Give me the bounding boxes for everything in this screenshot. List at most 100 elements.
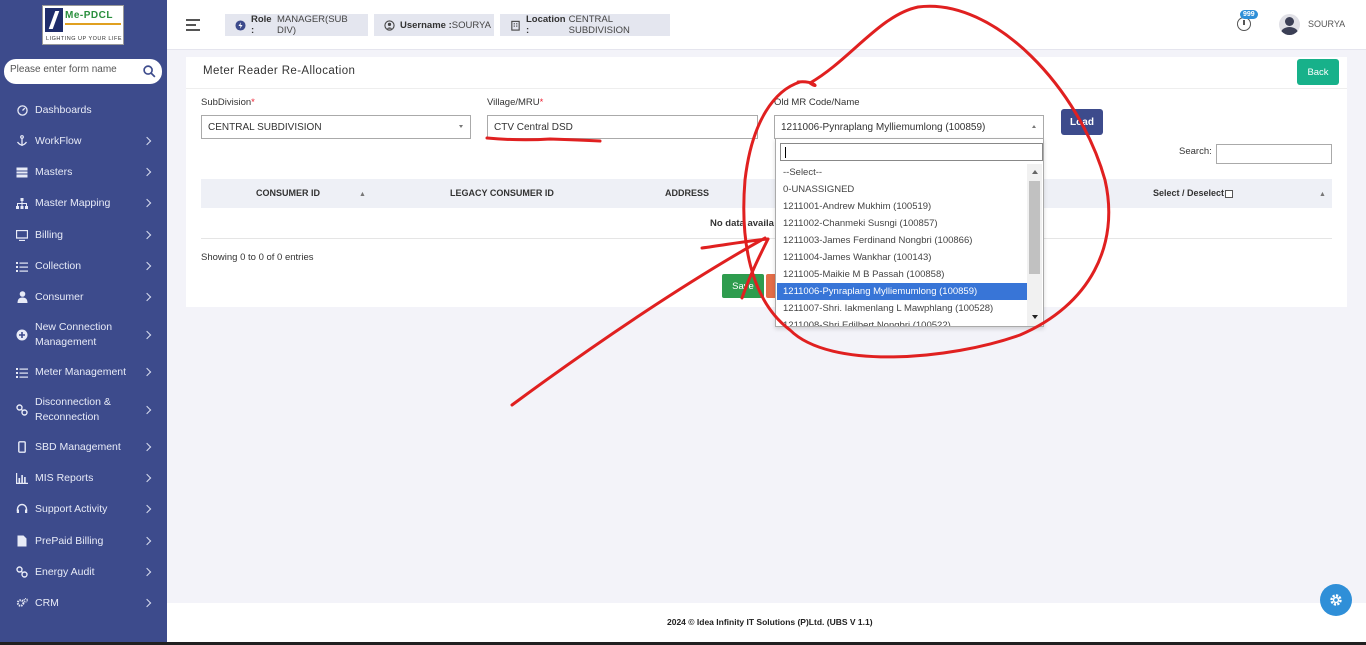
empty-table-message: No data availa bbox=[710, 218, 774, 229]
chevron-right-icon bbox=[142, 261, 152, 271]
scroll-down-icon[interactable] bbox=[1032, 315, 1038, 319]
col-consumer-id[interactable]: CONSUMER ID bbox=[256, 188, 320, 198]
col-select-deselect: Select / Deselect bbox=[1153, 188, 1234, 198]
dropdown-search-input[interactable] bbox=[780, 143, 1043, 161]
sidebar-item-mis-reports[interactable]: MIS Reports bbox=[0, 470, 167, 486]
old-mr-dropdown: --Select-- 0-UNASSIGNED 1211001-Andrew Muk… bbox=[775, 138, 1044, 327]
mobile-icon bbox=[16, 441, 28, 453]
dropdown-option[interactable]: 1211006-Pynraplang Mylliemumlong (100859… bbox=[777, 283, 1027, 300]
sidebar-item-master-mapping[interactable]: Master Mapping bbox=[0, 195, 167, 211]
required-mark: * bbox=[539, 97, 544, 108]
settings-gear-button[interactable] bbox=[1320, 584, 1352, 616]
dropdown-option[interactable]: 1211008-Shri Edilbert Nongbri (100522) bbox=[777, 317, 1027, 326]
back-button[interactable]: Back bbox=[1297, 59, 1339, 85]
table-search-input[interactable] bbox=[1216, 144, 1332, 164]
location-value: CENTRAL SUBDIVISION bbox=[568, 14, 630, 36]
username-label: Username : bbox=[400, 19, 452, 31]
sidebar-item-meter-management[interactable]: Meter Management bbox=[0, 364, 167, 380]
sidebar-item-disconnection-reconnection[interactable]: Disconnection & Reconnection bbox=[0, 393, 167, 427]
sidebar-item-label: Meter Management bbox=[35, 365, 127, 378]
table-bottom-border bbox=[201, 238, 1332, 239]
link-icon bbox=[16, 404, 28, 416]
sort-icon[interactable]: ▲ bbox=[1319, 191, 1326, 198]
chevron-right-icon bbox=[142, 567, 152, 577]
sidebar-item-crm[interactable]: CRM bbox=[0, 595, 167, 611]
village-select[interactable]: CTV Central DSD bbox=[487, 115, 758, 139]
sidebar-item-billing[interactable]: Billing bbox=[0, 227, 167, 243]
dropdown-option[interactable]: 1211004-James Wankhar (100143) bbox=[777, 249, 1027, 266]
chevron-right-icon bbox=[142, 330, 152, 340]
chevron-right-icon bbox=[142, 442, 152, 452]
bar-chart-icon bbox=[16, 472, 28, 484]
monitor-icon bbox=[16, 229, 28, 241]
sidebar-item-support-activity[interactable]: Support Activity bbox=[0, 501, 167, 517]
user-name[interactable]: SOURYA bbox=[1308, 19, 1345, 29]
sidebar: Me-PDCL LIGHTING UP YOUR LIFE Dashboards… bbox=[0, 0, 167, 645]
dropdown-option[interactable]: 1211001-Andrew Mukhim (100519) bbox=[777, 198, 1027, 215]
list-icon bbox=[16, 366, 28, 378]
sidebar-item-new-connection-management[interactable]: New Connection Management bbox=[0, 318, 167, 352]
sidebar-item-label: CRM bbox=[35, 596, 59, 609]
subdivision-select[interactable]: CENTRAL SUBDIVISION bbox=[201, 115, 471, 139]
scroll-thumb[interactable] bbox=[1029, 181, 1040, 274]
sidebar-item-masters[interactable]: Masters bbox=[0, 164, 167, 180]
search-icon[interactable] bbox=[143, 65, 156, 78]
subdivision-label-text: SubDivision bbox=[201, 97, 252, 108]
dropdown-option[interactable]: 1211002-Chanmeki Susngi (100857) bbox=[777, 215, 1027, 232]
sidebar-item-label: Master Mapping bbox=[35, 196, 111, 209]
village-value: CTV Central DSD bbox=[494, 121, 573, 133]
col-address[interactable]: ADDRESS bbox=[665, 188, 709, 198]
village-label-text: Village/MRU bbox=[487, 97, 540, 108]
sidebar-item-label: PrePaid Billing bbox=[35, 534, 104, 547]
sidebar-item-label: Energy Audit bbox=[35, 565, 95, 578]
chevron-right-icon bbox=[142, 367, 152, 377]
headset-icon bbox=[16, 503, 28, 515]
table-info: Showing 0 to 0 of 0 entries bbox=[201, 252, 314, 263]
sidebar-item-label: Dashboards bbox=[35, 103, 92, 116]
sidebar-item-sbd-management[interactable]: SBD Management bbox=[0, 439, 167, 455]
building-icon bbox=[510, 20, 521, 31]
user-avatar[interactable] bbox=[1279, 14, 1300, 35]
sidebar-item-energy-audit[interactable]: Energy Audit bbox=[0, 564, 167, 580]
dropdown-option[interactable]: 1211005-Maikie M B Passah (100858) bbox=[777, 266, 1027, 283]
file-icon bbox=[16, 535, 28, 547]
table-header: CONSUMER ID ▲ LEGACY CONSUMER ID ADDRESS… bbox=[201, 179, 1332, 208]
dropdown-option[interactable]: 1211003-James Ferdinand Nongbri (100866) bbox=[777, 232, 1027, 249]
chevron-right-icon bbox=[142, 230, 152, 240]
sitemap-icon bbox=[16, 197, 28, 209]
form-search-input[interactable] bbox=[10, 64, 138, 75]
col-legacy-consumer-id[interactable]: LEGACY CONSUMER ID bbox=[450, 188, 554, 198]
dropdown-option[interactable]: --Select-- bbox=[777, 164, 1027, 181]
dropdown-option[interactable]: 0-UNASSIGNED bbox=[777, 181, 1027, 198]
village-label: Village/MRU* bbox=[487, 97, 543, 108]
logo-underline bbox=[65, 23, 121, 25]
select-all-checkbox[interactable] bbox=[1225, 189, 1234, 198]
user-circle-icon bbox=[384, 19, 395, 31]
sidebar-item-workflow[interactable]: WorkFlow bbox=[0, 133, 167, 149]
footer-copyright: 2024 © Idea Infinity IT Solutions (P)Ltd… bbox=[667, 617, 873, 627]
role-label: Role : bbox=[251, 14, 272, 36]
gear-icon bbox=[1330, 594, 1342, 606]
hamburger-menu-icon[interactable] bbox=[186, 19, 200, 31]
sort-icon[interactable]: ▲ bbox=[359, 191, 366, 198]
chevron-right-icon bbox=[142, 292, 152, 302]
sidebar-item-label: SBD Management bbox=[35, 440, 121, 453]
sidebar-item-collection[interactable]: Collection bbox=[0, 258, 167, 274]
dropdown-option[interactable]: 1211007-Shri. Iakmenlang L Mawphlang (10… bbox=[777, 300, 1027, 317]
save-button[interactable]: Save bbox=[722, 274, 764, 298]
sidebar-item-prepaid-billing[interactable]: PrePaid Billing bbox=[0, 533, 167, 549]
subdivision-value: CENTRAL SUBDIVISION bbox=[208, 121, 322, 133]
anchor-icon bbox=[16, 135, 28, 147]
dropdown-scrollbar[interactable] bbox=[1027, 164, 1042, 326]
form-search bbox=[4, 59, 162, 84]
user-icon bbox=[16, 291, 28, 303]
chevron-right-icon bbox=[142, 198, 152, 208]
scroll-up-icon[interactable] bbox=[1032, 170, 1038, 174]
notification-clock-icon[interactable] bbox=[1237, 17, 1251, 31]
brand-logo[interactable]: Me-PDCL LIGHTING UP YOUR LIFE bbox=[42, 5, 124, 45]
load-button[interactable]: Load bbox=[1061, 109, 1103, 135]
sidebar-item-dashboards[interactable]: Dashboards bbox=[0, 102, 167, 118]
sidebar-item-consumer[interactable]: Consumer bbox=[0, 289, 167, 305]
old-mr-select[interactable]: 1211006-Pynraplang Mylliemumlong (100859… bbox=[774, 115, 1044, 139]
old-mr-value: 1211006-Pynraplang Mylliemumlong (100859… bbox=[781, 121, 986, 133]
